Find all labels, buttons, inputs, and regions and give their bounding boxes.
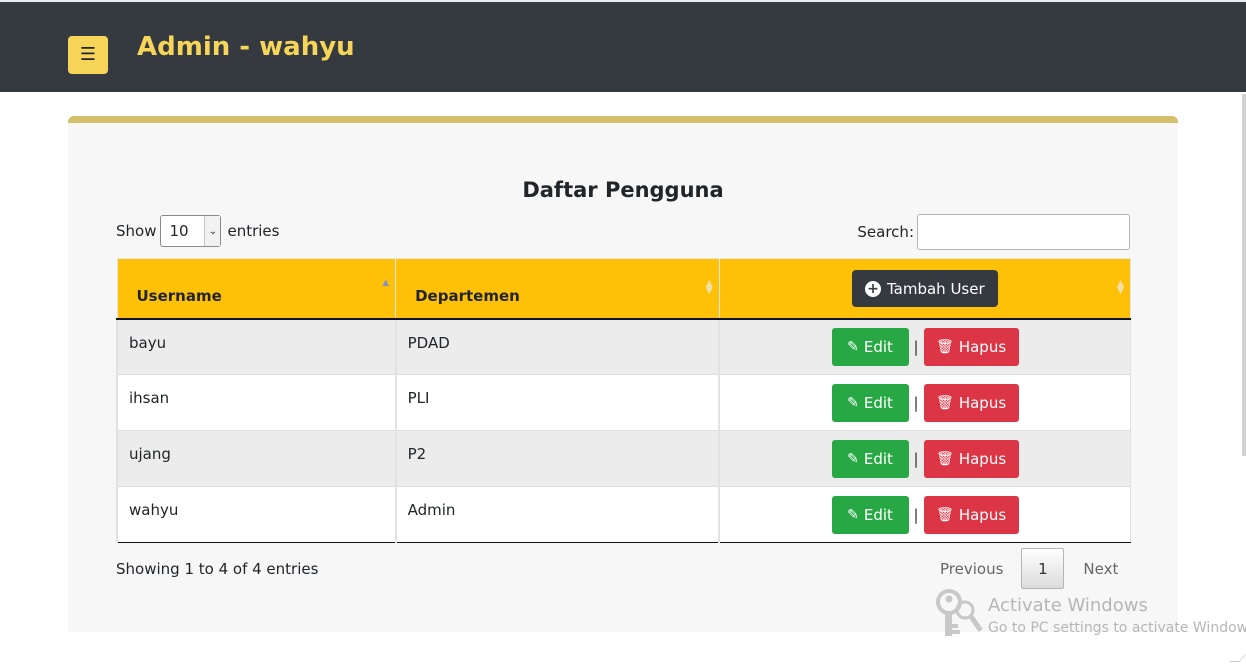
table-info: Showing 1 to 4 of 4 entries [116, 560, 319, 578]
cell-username: wahyu [116, 486, 397, 543]
hamburger-icon: ☰ [79, 44, 97, 65]
edit-icon: ✎ [847, 394, 859, 411]
edit-label: Edit [863, 449, 893, 468]
cell-username: ujang [116, 430, 397, 487]
column-header-actions: + Tambah User ▲ ▼ [718, 258, 1132, 320]
sort-both-icon: ▲ ▼ [705, 279, 713, 296]
cell-departemen: Admin [394, 486, 720, 543]
next-page-link[interactable]: Next [1064, 560, 1118, 578]
previous-page-link[interactable]: Previous [926, 560, 1021, 578]
cell-username: ihsan [116, 374, 397, 431]
cell-actions: ✎ Edit | 🗑 Hapus [718, 430, 1132, 487]
edit-button[interactable]: ✎ Edit [831, 439, 909, 478]
entries-select[interactable]: 10 ⌄ [160, 215, 222, 247]
sort-asc-icon: ▲ [382, 278, 390, 288]
search-label: Search: [857, 223, 914, 241]
action-separator: | [913, 393, 919, 412]
delete-button[interactable]: 🗑 Hapus [923, 327, 1019, 366]
length-prefix-label: Show [116, 222, 157, 240]
table-header-row: Username ▲ Departemen ▲ ▼ + Tambah User ▲… [116, 258, 1132, 320]
table-row: bayu PDAD ✎ Edit | 🗑 Hapus [116, 318, 1132, 375]
delete-label: Hapus [958, 449, 1007, 468]
users-card: Daftar Pengguna Show 10 ⌄ entries Search… [68, 116, 1178, 632]
edit-button[interactable]: ✎ Edit [831, 327, 909, 366]
edit-icon: ✎ [847, 338, 859, 355]
edit-label: Edit [863, 393, 893, 412]
page-1-button[interactable]: 1 [1021, 548, 1065, 589]
trash-icon: 🗑 [936, 338, 954, 355]
cell-departemen: PDAD [394, 318, 720, 375]
sort-both-icon: ▲ ▼ [1117, 279, 1124, 296]
users-table: Username ▲ Departemen ▲ ▼ + Tambah User ▲… [116, 258, 1132, 543]
edit-label: Edit [863, 337, 893, 356]
pagination: Previous 1 Next [926, 548, 1118, 589]
delete-button[interactable]: 🗑 Hapus [923, 439, 1019, 478]
length-suffix-label: entries [227, 222, 280, 240]
watermark-title: Activate Windows [988, 595, 1148, 616]
table-row: ihsan PLI ✎ Edit | 🗑 Hapus [116, 374, 1132, 431]
table-row: ujang P2 ✎ Edit | 🗑 Hapus [116, 430, 1132, 487]
cell-actions: ✎ Edit | 🗑 Hapus [718, 374, 1132, 431]
edit-button[interactable]: ✎ Edit [831, 495, 909, 534]
search-control: Search: [857, 214, 1130, 250]
entries-select-value: 10 [169, 222, 189, 240]
cell-departemen: PLI [394, 374, 720, 431]
key-icon [936, 589, 983, 636]
cell-departemen: P2 [394, 430, 720, 487]
delete-label: Hapus [958, 505, 1007, 524]
delete-button[interactable]: 🗑 Hapus [923, 383, 1019, 422]
action-separator: | [913, 505, 919, 524]
watermark-subtitle: Go to PC settings to activate Windows. [988, 620, 1246, 636]
trash-icon: 🗑 [936, 394, 954, 411]
edit-icon: ✎ [847, 506, 859, 523]
column-header-label: Departemen [415, 287, 520, 305]
action-separator: | [913, 449, 919, 468]
chevron-down-icon: ⌄ [204, 216, 221, 246]
delete-label: Hapus [958, 393, 1007, 412]
column-header-label: Username [136, 287, 222, 305]
top-navbar: ☰ Admin - wahyu [0, 0, 1246, 92]
entries-length-control: Show 10 ⌄ entries [116, 215, 279, 247]
menu-toggle-button[interactable]: ☰ [68, 36, 108, 74]
cell-actions: ✎ Edit | 🗑 Hapus [718, 318, 1132, 375]
trash-icon: 🗑 [936, 450, 954, 467]
trash-icon: 🗑 [936, 506, 954, 523]
search-input[interactable] [917, 214, 1130, 250]
action-separator: | [913, 337, 919, 356]
plus-circle-icon: + [864, 280, 881, 297]
column-header-departemen[interactable]: Departemen ▲ ▼ [395, 258, 720, 320]
delete-label: Hapus [958, 337, 1007, 356]
cell-actions: ✎ Edit | 🗑 Hapus [718, 486, 1132, 543]
cell-username: bayu [116, 318, 397, 375]
table-row: wahyu Admin ✎ Edit | 🗑 Hapus [116, 486, 1132, 543]
page-title: Daftar Pengguna [522, 178, 724, 202]
delete-button[interactable]: 🗑 Hapus [923, 495, 1019, 534]
edit-label: Edit [863, 505, 893, 524]
edit-icon: ✎ [847, 450, 859, 467]
app-title: Admin - wahyu [137, 32, 355, 62]
resize-grip[interactable] [1229, 652, 1246, 662]
page-scrollbar[interactable] [1242, 94, 1246, 456]
edit-button[interactable]: ✎ Edit [831, 383, 909, 422]
column-header-username[interactable]: Username ▲ [116, 258, 397, 320]
add-user-label: Tambah User [886, 279, 985, 298]
add-user-button[interactable]: + Tambah User [851, 270, 998, 308]
